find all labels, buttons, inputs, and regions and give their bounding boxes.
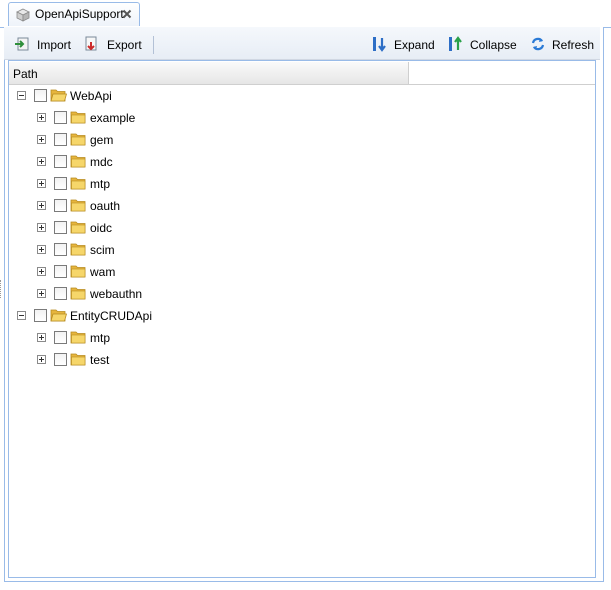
folder-icon	[70, 329, 87, 345]
cube-icon	[16, 8, 30, 22]
tree-row[interactable]: webauthn	[9, 284, 589, 306]
node-label[interactable]: webauthn	[90, 287, 142, 301]
tree-row[interactable]: scim	[9, 240, 589, 262]
tree-row[interactable]: oidc	[9, 218, 589, 240]
tree-root-row[interactable]: EntityCRUDApi	[9, 306, 589, 328]
folder-icon	[70, 285, 87, 301]
close-icon[interactable]	[121, 8, 133, 20]
node-label[interactable]: wam	[90, 265, 115, 279]
column-header-filler	[409, 62, 595, 85]
export-button[interactable]: Export	[84, 36, 146, 54]
node-label[interactable]: mtp	[90, 177, 110, 191]
node-checkbox[interactable]	[54, 111, 67, 124]
tree-row[interactable]: mdc	[9, 152, 589, 174]
node-checkbox[interactable]	[54, 221, 67, 234]
expand-node-icon[interactable]	[37, 289, 46, 298]
refresh-icon	[531, 37, 545, 51]
node-checkbox[interactable]	[54, 133, 67, 146]
expand-node-icon[interactable]	[37, 223, 46, 232]
expand-node-icon[interactable]	[37, 157, 46, 166]
tree-grid: Path WebApi example gem mdc mtp oauth oidc scim…	[8, 60, 596, 578]
expand-node-icon[interactable]	[37, 333, 46, 342]
node-checkbox[interactable]	[54, 243, 67, 256]
import-label: Import	[37, 38, 72, 52]
node-checkbox[interactable]	[54, 199, 67, 212]
import-button[interactable]: Import	[14, 36, 72, 54]
node-label[interactable]: EntityCRUDApi	[70, 309, 152, 323]
expand-node-icon[interactable]	[37, 113, 46, 122]
expand-button[interactable]: Expand	[372, 36, 435, 54]
tree-row[interactable]: test	[9, 350, 589, 372]
node-label[interactable]: test	[90, 353, 109, 367]
tree-row[interactable]: example	[9, 108, 589, 130]
folder-icon	[70, 197, 87, 213]
resize-handle[interactable]	[0, 280, 3, 298]
collapse-icon	[449, 36, 462, 51]
folder-open-icon	[50, 87, 68, 103]
expand-node-icon[interactable]	[37, 355, 46, 364]
node-checkbox[interactable]	[54, 331, 67, 344]
export-label: Export	[107, 38, 142, 52]
node-label[interactable]: oauth	[90, 199, 120, 213]
node-label[interactable]: oidc	[90, 221, 112, 235]
toolbar-separator	[153, 36, 154, 54]
column-header-path[interactable]: Path	[9, 62, 409, 85]
tree-row[interactable]: oauth	[9, 196, 589, 218]
node-checkbox[interactable]	[34, 309, 47, 322]
node-checkbox[interactable]	[54, 177, 67, 190]
folder-icon	[70, 351, 87, 367]
folder-icon	[70, 219, 87, 235]
expand-node-icon[interactable]	[37, 179, 46, 188]
tab-strip: OpenApiSupport	[0, 0, 611, 28]
import-icon	[15, 37, 29, 51]
collapse-node-icon[interactable]	[17, 91, 26, 100]
folder-icon	[70, 131, 87, 147]
node-label[interactable]: WebApi	[70, 89, 112, 103]
node-checkbox[interactable]	[54, 353, 67, 366]
folder-icon	[70, 153, 87, 169]
folder-icon	[70, 241, 87, 257]
tree-root-row[interactable]: WebApi	[9, 86, 589, 108]
node-label[interactable]: scim	[90, 243, 115, 257]
expand-node-icon[interactable]	[37, 135, 46, 144]
collapse-button[interactable]: Collapse	[448, 36, 518, 54]
tab-title: OpenApiSupport	[35, 7, 124, 21]
folder-icon	[70, 175, 87, 191]
expand-node-icon[interactable]	[37, 245, 46, 254]
collapse-label: Collapse	[470, 38, 517, 52]
node-checkbox[interactable]	[54, 155, 67, 168]
expand-icon	[373, 37, 386, 52]
tree-row[interactable]: gem	[9, 130, 589, 152]
tree-row[interactable]: mtp	[9, 174, 589, 196]
export-icon	[85, 36, 97, 51]
node-label[interactable]: example	[90, 111, 135, 125]
node-label[interactable]: mtp	[90, 331, 110, 345]
tree-row[interactable]: wam	[9, 262, 589, 284]
refresh-label: Refresh	[552, 38, 595, 52]
node-checkbox[interactable]	[54, 265, 67, 278]
expand-label: Expand	[394, 38, 435, 52]
refresh-button[interactable]: Refresh	[530, 36, 594, 54]
tree-row[interactable]: mtp	[9, 328, 589, 350]
expand-node-icon[interactable]	[37, 201, 46, 210]
node-label[interactable]: mdc	[90, 155, 113, 169]
node-label[interactable]: gem	[90, 133, 113, 147]
expand-node-icon[interactable]	[37, 267, 46, 276]
collapse-node-icon[interactable]	[17, 311, 26, 320]
tab-openapisupport[interactable]: OpenApiSupport	[8, 2, 140, 26]
folder-icon	[70, 263, 87, 279]
toolbar: Import Export Expand Collapse Refresh	[4, 27, 600, 60]
node-checkbox[interactable]	[54, 287, 67, 300]
column-header-label: Path	[13, 67, 38, 81]
node-checkbox[interactable]	[34, 89, 47, 102]
folder-icon	[70, 109, 87, 125]
folder-open-icon	[50, 307, 68, 323]
